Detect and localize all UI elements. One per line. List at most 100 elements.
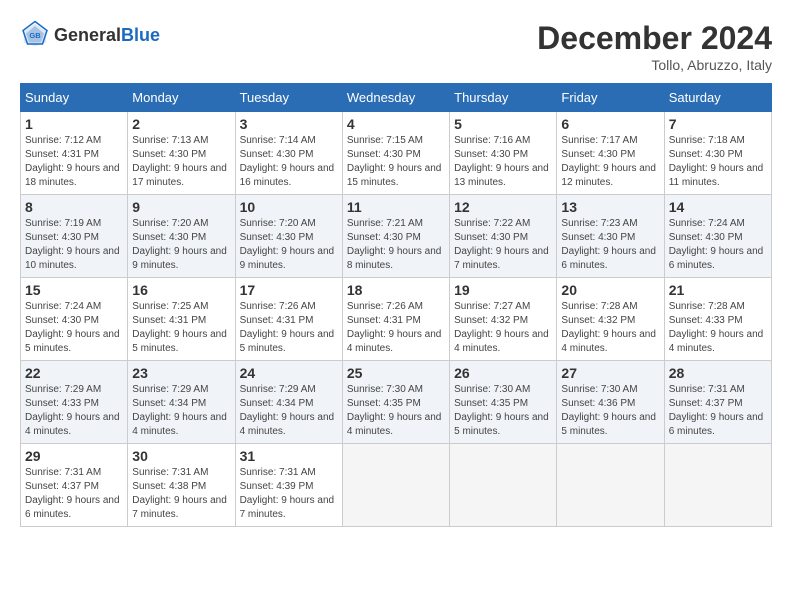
day-info: Sunrise: 7:30 AMSunset: 4:35 PMDaylight:… — [347, 383, 445, 439]
day-number: 16 — [132, 282, 230, 298]
day-info: Sunrise: 7:12 AMSunset: 4:31 PMDaylight:… — [25, 134, 123, 190]
day-number: 6 — [561, 116, 659, 132]
weekday-header-monday: Monday — [128, 84, 235, 112]
day-number: 30 — [132, 448, 230, 464]
calendar-day-cell: 8 Sunrise: 7:19 AMSunset: 4:30 PMDaylight… — [21, 195, 128, 278]
calendar-week-row: 8 Sunrise: 7:19 AMSunset: 4:30 PMDaylight… — [21, 195, 772, 278]
day-info: Sunrise: 7:24 AMSunset: 4:30 PMDaylight:… — [25, 300, 123, 356]
day-info: Sunrise: 7:29 AMSunset: 4:34 PMDaylight:… — [240, 383, 338, 439]
day-info: Sunrise: 7:20 AMSunset: 4:30 PMDaylight:… — [240, 217, 338, 273]
page-header: GB GeneralBlue December 2024 Tollo, Abru… — [20, 20, 772, 73]
calendar-day-cell: 19 Sunrise: 7:27 AMSunset: 4:32 PMDayligh… — [450, 278, 557, 361]
logo: GB GeneralBlue — [20, 20, 160, 50]
day-info: Sunrise: 7:28 AMSunset: 4:33 PMDaylight:… — [669, 300, 767, 356]
calendar-day-cell — [557, 444, 664, 527]
day-info: Sunrise: 7:29 AMSunset: 4:33 PMDaylight:… — [25, 383, 123, 439]
calendar-day-cell: 3Sunrise: 7:14 AMSunset: 4:30 PMDaylight… — [235, 112, 342, 195]
calendar-day-cell: 31 Sunrise: 7:31 AMSunset: 4:39 PMDayligh… — [235, 444, 342, 527]
day-info: Sunrise: 7:22 AMSunset: 4:30 PMDaylight:… — [454, 217, 552, 273]
day-info: Sunrise: 7:31 AMSunset: 4:38 PMDaylight:… — [132, 466, 230, 522]
day-number: 8 — [25, 199, 123, 215]
day-info: Sunrise: 7:29 AMSunset: 4:34 PMDaylight:… — [132, 383, 230, 439]
day-number: 9 — [132, 199, 230, 215]
calendar-day-cell — [342, 444, 449, 527]
day-number: 2 — [132, 116, 230, 132]
calendar-day-cell: 7Sunrise: 7:18 AMSunset: 4:30 PMDaylight… — [664, 112, 771, 195]
logo-text: GeneralBlue — [54, 25, 160, 46]
day-number: 15 — [25, 282, 123, 298]
calendar-day-cell: 14 Sunrise: 7:24 AMSunset: 4:30 PMDayligh… — [664, 195, 771, 278]
weekday-header-tuesday: Tuesday — [235, 84, 342, 112]
day-number: 31 — [240, 448, 338, 464]
calendar-day-cell: 12Sunrise: 7:22 AMSunset: 4:30 PMDayligh… — [450, 195, 557, 278]
calendar-day-cell: 30 Sunrise: 7:31 AMSunset: 4:38 PMDayligh… — [128, 444, 235, 527]
calendar-day-cell: 23 Sunrise: 7:29 AMSunset: 4:34 PMDayligh… — [128, 361, 235, 444]
calendar-day-cell: 16 Sunrise: 7:25 AMSunset: 4:31 PMDayligh… — [128, 278, 235, 361]
calendar-week-row: 1 Sunrise: 7:12 AMSunset: 4:31 PMDaylight… — [21, 112, 772, 195]
weekday-header-saturday: Saturday — [664, 84, 771, 112]
calendar-day-cell: 6 Sunrise: 7:17 AMSunset: 4:30 PMDaylight… — [557, 112, 664, 195]
calendar-day-cell: 20 Sunrise: 7:28 AMSunset: 4:32 PMDayligh… — [557, 278, 664, 361]
weekday-header-wednesday: Wednesday — [342, 84, 449, 112]
weekday-header-row: SundayMondayTuesdayWednesdayThursdayFrid… — [21, 84, 772, 112]
day-number: 10 — [240, 199, 338, 215]
day-info: Sunrise: 7:19 AMSunset: 4:30 PMDaylight:… — [25, 217, 123, 273]
day-number: 4 — [347, 116, 445, 132]
day-info: Sunrise: 7:26 AMSunset: 4:31 PMDaylight:… — [347, 300, 445, 356]
day-number: 27 — [561, 365, 659, 381]
calendar-week-row: 22 Sunrise: 7:29 AMSunset: 4:33 PMDayligh… — [21, 361, 772, 444]
calendar-day-cell: 22 Sunrise: 7:29 AMSunset: 4:33 PMDayligh… — [21, 361, 128, 444]
day-number: 17 — [240, 282, 338, 298]
day-info: Sunrise: 7:27 AMSunset: 4:32 PMDaylight:… — [454, 300, 552, 356]
day-number: 29 — [25, 448, 123, 464]
day-info: Sunrise: 7:31 AMSunset: 4:39 PMDaylight:… — [240, 466, 338, 522]
calendar-day-cell: 26Sunrise: 7:30 AMSunset: 4:35 PMDayligh… — [450, 361, 557, 444]
day-info: Sunrise: 7:23 AMSunset: 4:30 PMDaylight:… — [561, 217, 659, 273]
day-number: 20 — [561, 282, 659, 298]
calendar-day-cell: 11 Sunrise: 7:21 AMSunset: 4:30 PMDayligh… — [342, 195, 449, 278]
day-info: Sunrise: 7:31 AMSunset: 4:37 PMDaylight:… — [25, 466, 123, 522]
calendar-week-row: 15 Sunrise: 7:24 AMSunset: 4:30 PMDayligh… — [21, 278, 772, 361]
weekday-header-thursday: Thursday — [450, 84, 557, 112]
calendar-day-cell: 28Sunrise: 7:31 AMSunset: 4:37 PMDayligh… — [664, 361, 771, 444]
weekday-header-friday: Friday — [557, 84, 664, 112]
logo-general: General — [54, 25, 121, 45]
day-number: 21 — [669, 282, 767, 298]
calendar-table: SundayMondayTuesdayWednesdayThursdayFrid… — [20, 83, 772, 527]
day-info: Sunrise: 7:28 AMSunset: 4:32 PMDaylight:… — [561, 300, 659, 356]
calendar-day-cell: 18 Sunrise: 7:26 AMSunset: 4:31 PMDayligh… — [342, 278, 449, 361]
day-number: 1 — [25, 116, 123, 132]
calendar-day-cell: 4 Sunrise: 7:15 AMSunset: 4:30 PMDaylight… — [342, 112, 449, 195]
day-info: Sunrise: 7:24 AMSunset: 4:30 PMDaylight:… — [669, 217, 767, 273]
day-number: 22 — [25, 365, 123, 381]
day-info: Sunrise: 7:14 AMSunset: 4:30 PMDaylight:… — [240, 134, 338, 190]
day-number: 5 — [454, 116, 552, 132]
day-number: 7 — [669, 116, 767, 132]
calendar-day-cell: 10 Sunrise: 7:20 AMSunset: 4:30 PMDayligh… — [235, 195, 342, 278]
day-info: Sunrise: 7:21 AMSunset: 4:30 PMDaylight:… — [347, 217, 445, 273]
day-number: 25 — [347, 365, 445, 381]
day-number: 19 — [454, 282, 552, 298]
calendar-day-cell: 2Sunrise: 7:13 AMSunset: 4:30 PMDaylight… — [128, 112, 235, 195]
calendar-day-cell: 25 Sunrise: 7:30 AMSunset: 4:35 PMDayligh… — [342, 361, 449, 444]
day-info: Sunrise: 7:20 AMSunset: 4:30 PMDaylight:… — [132, 217, 230, 273]
day-number: 23 — [132, 365, 230, 381]
day-info: Sunrise: 7:31 AMSunset: 4:37 PMDaylight:… — [669, 383, 767, 439]
weekday-header-sunday: Sunday — [21, 84, 128, 112]
calendar-week-row: 29 Sunrise: 7:31 AMSunset: 4:37 PMDayligh… — [21, 444, 772, 527]
day-number: 11 — [347, 199, 445, 215]
calendar-day-cell: 24Sunrise: 7:29 AMSunset: 4:34 PMDayligh… — [235, 361, 342, 444]
calendar-day-cell: 1 Sunrise: 7:12 AMSunset: 4:31 PMDaylight… — [21, 112, 128, 195]
day-info: Sunrise: 7:25 AMSunset: 4:31 PMDaylight:… — [132, 300, 230, 356]
day-number: 14 — [669, 199, 767, 215]
calendar-day-cell: 27Sunrise: 7:30 AMSunset: 4:36 PMDayligh… — [557, 361, 664, 444]
day-number: 13 — [561, 199, 659, 215]
day-info: Sunrise: 7:17 AMSunset: 4:30 PMDaylight:… — [561, 134, 659, 190]
day-info: Sunrise: 7:16 AMSunset: 4:30 PMDaylight:… — [454, 134, 552, 190]
calendar-day-cell — [664, 444, 771, 527]
logo-blue: Blue — [121, 25, 160, 45]
calendar-day-cell: 29 Sunrise: 7:31 AMSunset: 4:37 PMDayligh… — [21, 444, 128, 527]
day-info: Sunrise: 7:15 AMSunset: 4:30 PMDaylight:… — [347, 134, 445, 190]
logo-icon: GB — [20, 20, 50, 50]
day-number: 18 — [347, 282, 445, 298]
